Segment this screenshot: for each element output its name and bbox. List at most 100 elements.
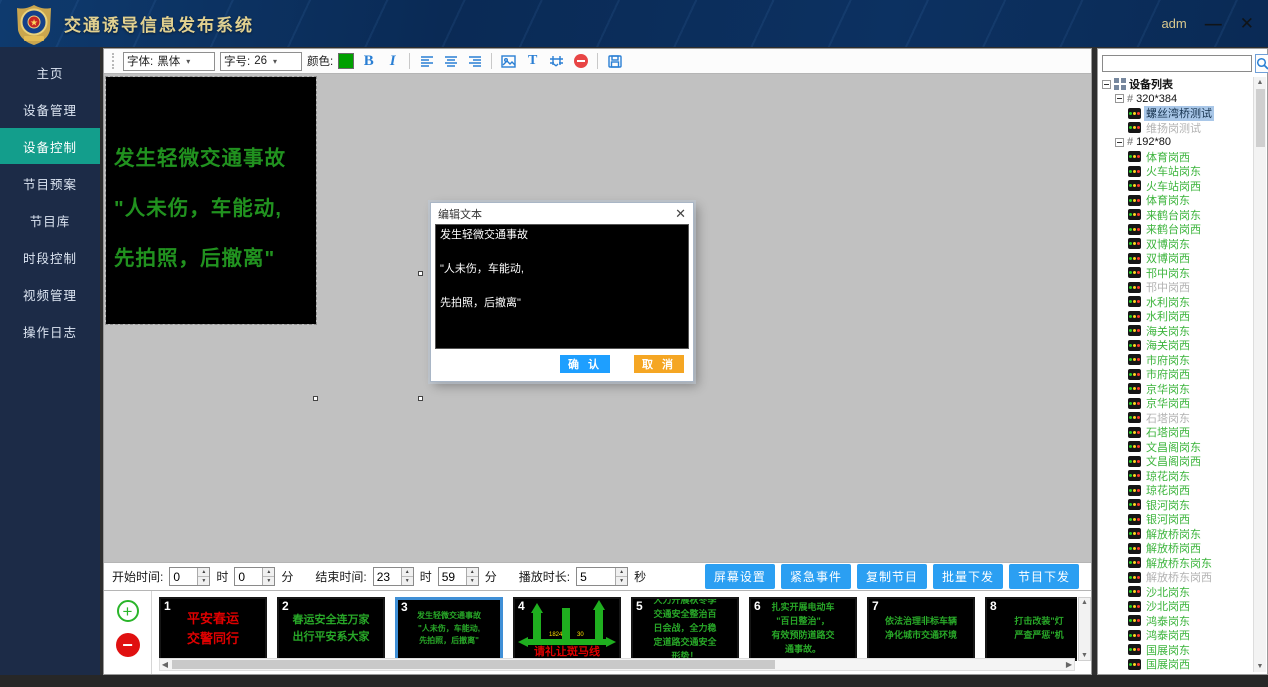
action-button-4[interactable]: 节目下发: [1009, 564, 1079, 589]
action-button-2[interactable]: 复制节目: [857, 564, 927, 589]
sidebar-item-2[interactable]: 设备控制: [0, 128, 100, 164]
add-program-button[interactable]: +: [117, 600, 139, 622]
led-preview-text[interactable]: 发生轻微交通事故"人未伤，车能动,先拍照，后撤离": [106, 77, 316, 324]
save-icon[interactable]: [605, 52, 624, 71]
font-size-select[interactable]: 字号: 26 ▾: [220, 52, 302, 71]
sidebar-item-4[interactable]: 节目库: [0, 202, 100, 238]
search-button[interactable]: [1255, 54, 1268, 73]
insert-text-icon[interactable]: T: [523, 52, 542, 71]
tree-group-320*384[interactable]: #320*384: [1100, 92, 1252, 107]
tree-device-国展岗东[interactable]: 国展岗东: [1100, 643, 1252, 658]
scroll-up-icon[interactable]: ▲: [1257, 79, 1264, 86]
search-input[interactable]: [1102, 55, 1252, 72]
playlist-thumb-3[interactable]: 3发生轻微交通事故"人未伤，车能动,先拍照，后撤离": [395, 597, 503, 661]
scroll-right-icon[interactable]: ▶: [1064, 660, 1074, 669]
dialog-titlebar[interactable]: 编辑文本 ✕: [431, 203, 693, 224]
align-right-icon[interactable]: [465, 52, 484, 71]
scroll-down-icon[interactable]: ▼: [1257, 663, 1264, 670]
playlist-thumb-7[interactable]: 7依法治理非标车辆净化城市交通环境: [867, 597, 975, 661]
tree-device-体育岗西[interactable]: 体育岗西: [1100, 150, 1252, 165]
playlist-thumb-4[interactable]: 4 1824 30 请礼让斑马线: [513, 597, 621, 661]
tree-device-文昌阁岗东[interactable]: 文昌阁岗东: [1100, 440, 1252, 455]
tree-group-192*80[interactable]: #192*80: [1100, 135, 1252, 150]
insert-image-icon[interactable]: [499, 52, 518, 71]
tree-device-水利岗西[interactable]: 水利岗西: [1100, 309, 1252, 324]
collapse-icon[interactable]: [1115, 94, 1124, 103]
tree-device-双博岗东[interactable]: 双博岗东: [1100, 237, 1252, 252]
sidebar-item-5[interactable]: 时段控制: [0, 239, 100, 275]
sidebar-item-6[interactable]: 视频管理: [0, 276, 100, 312]
sidebar-item-3[interactable]: 节目预案: [0, 165, 100, 201]
color-swatch[interactable]: [338, 53, 354, 69]
close-icon[interactable]: ✕: [1240, 15, 1254, 32]
scroll-left-icon[interactable]: ◀: [160, 660, 170, 669]
tree-device-来鹤台岗西[interactable]: 来鹤台岗西: [1100, 222, 1252, 237]
sidebar-item-7[interactable]: 操作日志: [0, 313, 100, 349]
duration-input[interactable]: [577, 568, 615, 585]
tree-device-京华岗东[interactable]: 京华岗东: [1100, 382, 1252, 397]
spinner-arrows[interactable]: ▲▼: [262, 568, 274, 585]
confirm-button[interactable]: 确 认: [560, 355, 610, 373]
tree-device-海关岗东[interactable]: 海关岗东: [1100, 324, 1252, 339]
start-hour-stepper[interactable]: ▲▼: [169, 567, 210, 586]
tree-device-体育岗东[interactable]: 体育岗东: [1100, 193, 1252, 208]
end-minute-stepper[interactable]: ▲▼: [438, 567, 479, 586]
end-minute-input[interactable]: [439, 568, 466, 585]
tree-device-邗中岗东[interactable]: 邗中岗东: [1100, 266, 1252, 281]
tree-device-鸿泰岗东[interactable]: 鸿泰岗东: [1100, 614, 1252, 629]
align-left-icon[interactable]: [417, 52, 436, 71]
tree-device-琼花岗东[interactable]: 琼花岗东: [1100, 469, 1252, 484]
action-button-0[interactable]: 屏幕设置: [705, 564, 775, 589]
tree-device-银河岗东[interactable]: 银河岗东: [1100, 498, 1252, 513]
resize-handle-right[interactable]: [418, 271, 423, 276]
playlist-thumb-1[interactable]: 1平安春运交警同行: [159, 597, 267, 661]
spinner-arrows[interactable]: ▲▼: [401, 568, 413, 585]
tree-device-市府岗东[interactable]: 市府岗东: [1100, 353, 1252, 368]
tree-device-国展岗西[interactable]: 国展岗西: [1100, 657, 1252, 672]
tree-device-沙北岗东[interactable]: 沙北岗东: [1100, 585, 1252, 600]
tree-device-解放桥岗东[interactable]: 解放桥岗东: [1100, 527, 1252, 542]
tree-device-火车站岗东[interactable]: 火车站岗东: [1100, 164, 1252, 179]
action-button-1[interactable]: 紧急事件: [781, 564, 851, 589]
marquee-scroll-icon[interactable]: [547, 52, 566, 71]
tree-device-沙北岗西[interactable]: 沙北岗西: [1100, 599, 1252, 614]
spinner-arrows[interactable]: ▲▼: [615, 568, 627, 585]
tree-device-海关岗西[interactable]: 海关岗西: [1100, 338, 1252, 353]
align-center-icon[interactable]: [441, 52, 460, 71]
font-family-select[interactable]: 字体: 黑体 ▾: [123, 52, 215, 71]
duration-stepper[interactable]: ▲▼: [576, 567, 628, 586]
tree-device-双博岗西[interactable]: 双博岗西: [1100, 251, 1252, 266]
collapse-icon[interactable]: [1115, 138, 1124, 147]
tree-device-解放桥东岗西[interactable]: 解放桥东岗西: [1100, 570, 1252, 585]
tree-device-银河岗西[interactable]: 银河岗西: [1100, 512, 1252, 527]
playlist-thumb-2[interactable]: 2春运安全连万家出行平安系大家: [277, 597, 385, 661]
tree-device-来鹤台岗东[interactable]: 来鹤台岗东: [1100, 208, 1252, 223]
tree-device-解放桥岗西[interactable]: 解放桥岗西: [1100, 541, 1252, 556]
tree-device-文昌阁岗西[interactable]: 文昌阁岗西: [1100, 454, 1252, 469]
dialog-close-icon[interactable]: ✕: [675, 207, 686, 220]
sidebar-item-1[interactable]: 设备管理: [0, 91, 100, 127]
cancel-button[interactable]: 取 消: [634, 355, 684, 373]
resize-handle-corner[interactable]: [418, 396, 423, 401]
playlist-vertical-scrollbar[interactable]: ▲▼: [1078, 597, 1091, 661]
tree-vertical-scrollbar[interactable]: ▲ ▼: [1253, 77, 1266, 672]
tree-device-维扬岗测试[interactable]: 维扬岗测试: [1100, 121, 1252, 136]
sidebar-item-0[interactable]: 主页: [0, 54, 100, 90]
collapse-icon[interactable]: [1102, 80, 1111, 89]
tree-device-火车站岗西[interactable]: 火车站岗西: [1100, 179, 1252, 194]
tree-device-市府岗西[interactable]: 市府岗西: [1100, 367, 1252, 382]
scrollbar-thumb[interactable]: [1256, 89, 1265, 147]
tree-root[interactable]: 设备列表: [1100, 77, 1252, 92]
tree-device-邗中岗西[interactable]: 邗中岗西: [1100, 280, 1252, 295]
remove-program-button[interactable]: −: [116, 633, 140, 657]
tree-device-石塔岗东[interactable]: 石塔岗东: [1100, 411, 1252, 426]
start-minute-input[interactable]: [235, 568, 262, 585]
minimize-icon[interactable]: —: [1205, 15, 1222, 32]
tree-device-石塔岗西[interactable]: 石塔岗西: [1100, 425, 1252, 440]
tree-device-水利岗东[interactable]: 水利岗东: [1100, 295, 1252, 310]
bold-button[interactable]: B: [359, 52, 378, 71]
start-minute-stepper[interactable]: ▲▼: [234, 567, 275, 586]
action-button-3[interactable]: 批量下发: [933, 564, 1003, 589]
playlist-thumb-6[interactable]: 6扎实开展电动车"百日整治"，有效预防道路交通事故。: [749, 597, 857, 661]
stop-icon[interactable]: [571, 52, 590, 71]
